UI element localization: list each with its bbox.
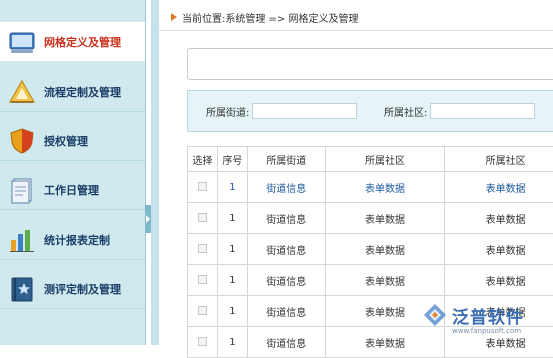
row-community: 表单数据 xyxy=(325,203,445,234)
street-filter-label: 所属街道: xyxy=(206,104,249,119)
row-index: 1 xyxy=(217,172,247,203)
row-street: 街道信息 xyxy=(247,234,325,265)
watermark-url: www.fanpusoft.com xyxy=(452,327,521,335)
column-header-index: 序号 xyxy=(217,147,247,172)
row-community: 表单数据 xyxy=(325,234,445,265)
community-filter-input[interactable] xyxy=(430,103,535,119)
watermark-text: 泛普软件 xyxy=(452,303,524,328)
row-street: 街道信息 xyxy=(247,265,325,296)
breadcrumb-text: 当前位置:系统管理 => 网格定义及管理 xyxy=(182,10,358,25)
row-index: 1 xyxy=(217,234,247,265)
table-row[interactable]: 1 街道信息 表单数据 表单数据 xyxy=(188,172,553,203)
sidebar-item-workday[interactable]: 工作日管理 xyxy=(0,170,145,210)
breadcrumb: 当前位置:系统管理 => 网格定义及管理 xyxy=(171,9,358,25)
row-checkbox[interactable] xyxy=(198,306,207,315)
community-filter-label: 所属社区: xyxy=(384,104,427,119)
shield-icon xyxy=(8,127,36,155)
row-checkbox[interactable] xyxy=(198,244,207,253)
row-community-link[interactable]: 表单数据 xyxy=(325,172,445,203)
divider xyxy=(159,30,553,31)
main-content: 当前位置:系统管理 => 网格定义及管理 所属街道: 所属社区: 选择 序号 所… xyxy=(151,0,553,345)
community-filter: 所属社区: xyxy=(384,103,535,119)
row-index: 1 xyxy=(217,265,247,296)
column-header-select: 选择 xyxy=(188,147,218,172)
sidebar-item-label: 授权管理 xyxy=(44,133,88,149)
star-book-icon xyxy=(8,275,36,303)
row-checkbox[interactable] xyxy=(198,182,207,191)
toolbar-panel xyxy=(187,48,553,80)
row-community2: 表单数据 xyxy=(445,234,553,265)
row-street: 街道信息 xyxy=(247,203,325,234)
row-community: 表单数据 xyxy=(325,327,445,358)
sidebar-item-label: 网格定义及管理 xyxy=(44,34,121,50)
sidebar-item-label: 工作日管理 xyxy=(44,182,99,198)
table-row[interactable]: 1 街道信息 表单数据 表单数据 xyxy=(188,234,553,265)
row-community2-link[interactable]: 表单数据 xyxy=(445,172,553,203)
row-community: 表单数据 xyxy=(325,265,445,296)
bar-chart-icon xyxy=(8,226,36,254)
row-index: 1 xyxy=(217,296,247,327)
column-header-community-2: 所属社区 xyxy=(445,147,553,172)
sidebar-item-label: 流程定制及管理 xyxy=(44,84,121,100)
monitor-icon xyxy=(8,28,36,56)
row-community2: 表单数据 xyxy=(445,203,553,234)
row-checkbox[interactable] xyxy=(198,213,207,222)
table-header-row: 选择 序号 所属街道 所属社区 所属社区 xyxy=(188,147,553,172)
sidebar-item-grid-management[interactable]: 网格定义及管理 xyxy=(0,22,145,62)
street-filter: 所属街道: xyxy=(206,103,357,119)
column-header-community: 所属社区 xyxy=(325,147,445,172)
watermark-logo: 泛普软件 www.fanpusoft.com xyxy=(422,300,553,330)
column-header-street: 所属街道 xyxy=(247,147,325,172)
row-community2: 表单数据 xyxy=(445,265,553,296)
street-filter-input[interactable] xyxy=(252,103,357,119)
row-checkbox[interactable] xyxy=(198,275,207,284)
row-street-link[interactable]: 街道信息 xyxy=(247,172,325,203)
row-index: 1 xyxy=(217,203,247,234)
row-index: 1 xyxy=(217,327,247,358)
sidebar-item-process-management[interactable]: 流程定制及管理 xyxy=(0,72,145,112)
sidebar-item-evaluation[interactable]: 测评定制及管理 xyxy=(0,269,145,309)
table-row[interactable]: 1 街道信息 表单数据 表单数据 xyxy=(188,265,553,296)
document-icon xyxy=(8,176,36,204)
row-street: 街道信息 xyxy=(247,327,325,358)
sidebar-item-label: 测评定制及管理 xyxy=(44,281,121,297)
fanpu-logo-icon xyxy=(422,302,448,328)
sidebar: 网格定义及管理 流程定制及管理 授权管理 xyxy=(0,0,146,345)
sidebar-item-statistics[interactable]: 统计报表定制 xyxy=(0,220,145,260)
triangle-ruler-icon xyxy=(8,78,36,106)
sidebar-item-label: 统计报表定制 xyxy=(44,232,110,248)
arrow-right-icon xyxy=(171,13,177,21)
filter-panel: 所属街道: 所属社区: xyxy=(187,90,553,132)
sidebar-item-authorization[interactable]: 授权管理 xyxy=(0,121,145,161)
row-street: 街道信息 xyxy=(247,296,325,327)
table-row[interactable]: 1 街道信息 表单数据 表单数据 xyxy=(188,203,553,234)
